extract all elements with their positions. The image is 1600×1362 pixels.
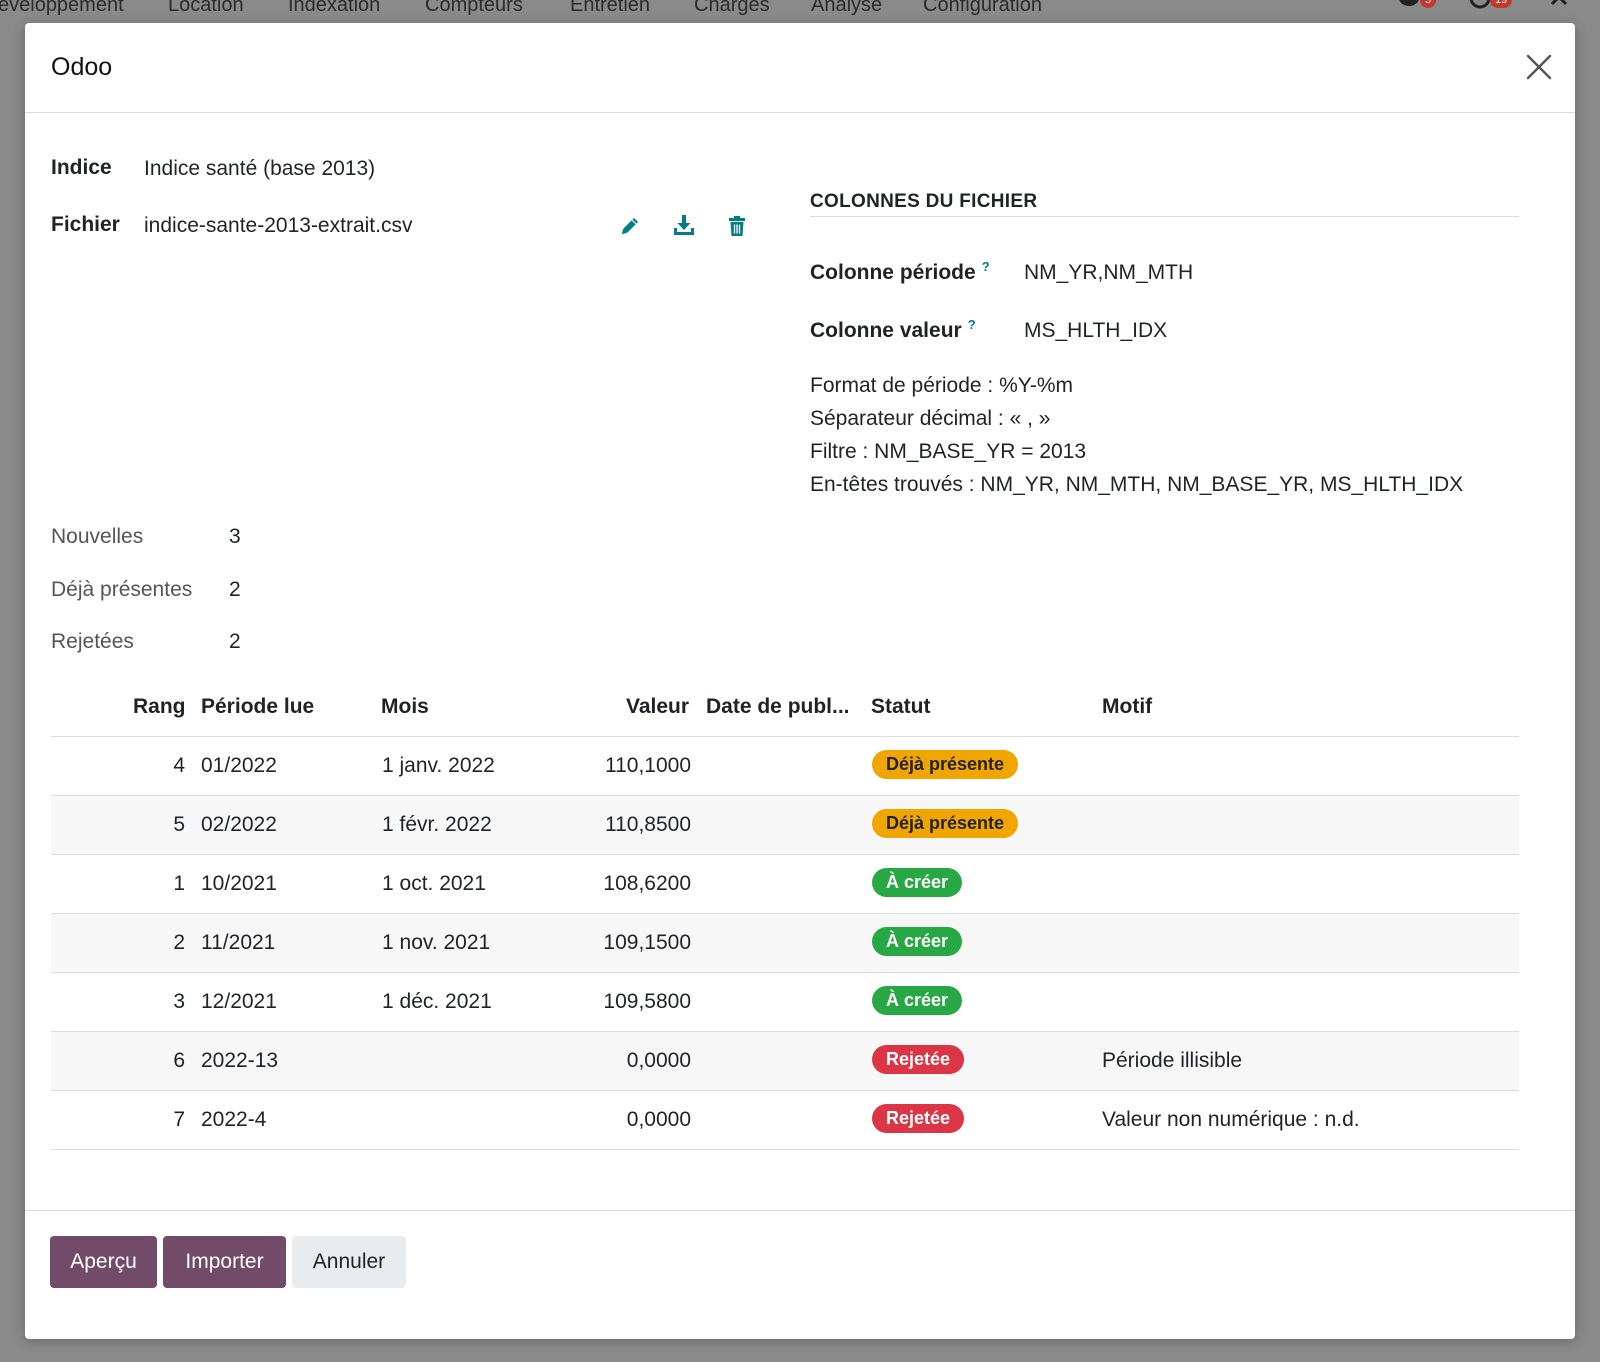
cell-rang: 2: [173, 931, 185, 954]
table-row[interactable]: 6 2022-13 0,0000 Rejetée Période illisible: [51, 1032, 1519, 1091]
header-valeur[interactable]: Valeur: [626, 695, 689, 719]
close-app-icon: [1550, 0, 1568, 6]
table-row[interactable]: 4 01/2022 1 janv. 2022 110,1000 Déjà présent…: [51, 737, 1519, 796]
stat-existing-label: Déjà présentes: [51, 578, 193, 601]
cell-valeur: 109,5800: [603, 990, 691, 1013]
edit-pencil-icon[interactable]: [618, 214, 642, 238]
help-icon[interactable]: ?: [968, 317, 976, 332]
nav-item-compteurs: Compteurs: [425, 0, 523, 16]
cell-rang: 6: [173, 1049, 185, 1072]
table-header: Rang Période lue Mois Valeur Date de pub…: [51, 683, 1519, 737]
nav-item-charges: Charges: [694, 0, 770, 16]
status-badge: Déjà présente: [872, 750, 1019, 779]
status-badge: À créer: [872, 868, 963, 897]
header-motif[interactable]: Motif: [1102, 695, 1152, 719]
indice-label: Indice: [51, 156, 112, 179]
cell-valeur: 109,1500: [603, 931, 691, 954]
cell-periode: 2022-4: [201, 1108, 267, 1131]
download-icon[interactable]: [672, 213, 696, 237]
stat-existing-value: 2: [229, 578, 241, 601]
decimal-separator-info: Séparateur décimal : « , »: [810, 407, 1051, 430]
status-badge: Rejetée: [872, 1104, 965, 1133]
cell-valeur: 0,0000: [626, 1049, 691, 1072]
table-row[interactable]: 3 12/2021 1 déc. 2021 109,5800 À créer: [51, 973, 1519, 1032]
trash-icon[interactable]: [725, 214, 749, 238]
cell-rang: 3: [173, 990, 185, 1013]
header-periode[interactable]: Période lue: [201, 695, 314, 719]
value-column-field[interactable]: MS_HLTH_IDX: [1024, 319, 1167, 343]
cell-motif: Valeur non numérique : n.d.: [1102, 1108, 1360, 1131]
cell-mois: 1 nov. 2021: [382, 931, 491, 954]
dialog-header: Odoo: [25, 23, 1575, 113]
table-row[interactable]: 1 10/2021 1 oct. 2021 108,6200 À créer: [51, 855, 1519, 914]
background-top-nav: éveloppement Location Indexation Compteu…: [0, 0, 1600, 22]
header-mois[interactable]: Mois: [381, 695, 429, 719]
stat-new-value: 3: [229, 525, 241, 548]
nav-item-entretien: Entretien: [570, 0, 651, 16]
cell-mois: 1 févr. 2022: [382, 813, 492, 836]
fichier-label: Fichier: [51, 213, 120, 236]
table-row[interactable]: 5 02/2022 1 févr. 2022 110,8500 Déjà présent…: [51, 796, 1519, 855]
cell-valeur: 110,8500: [604, 813, 691, 836]
period-column-label: Colonne période?: [810, 259, 990, 284]
cell-motif: Période illisible: [1102, 1049, 1243, 1072]
cell-periode: 02/2022: [201, 813, 277, 836]
filter-info: Filtre : NM_BASE_YR = 2013: [810, 440, 1087, 463]
cell-rang: 5: [173, 813, 185, 836]
cell-rang: 4: [173, 754, 185, 777]
status-badge: À créer: [872, 927, 963, 956]
header-rang[interactable]: Rang: [133, 695, 186, 719]
fichier-field[interactable]: indice-sante-2013-extrait.csv: [144, 214, 412, 238]
section-divider: [810, 216, 1519, 217]
import-button[interactable]: Importer: [163, 1236, 286, 1288]
table-body: 4 01/2022 1 janv. 2022 110,1000 Déjà présent…: [51, 737, 1519, 1150]
activity-badge: 19: [1490, 0, 1513, 8]
value-column-label: Colonne valeur?: [810, 317, 976, 342]
nav-item-indexation: Indexation: [288, 0, 381, 16]
dialog-title: Odoo: [51, 53, 113, 81]
close-icon[interactable]: [1525, 53, 1553, 81]
preview-table: Rang Période lue Mois Valeur Date de pub…: [51, 683, 1519, 1150]
status-badge: Déjà présente: [872, 809, 1019, 838]
table-row[interactable]: 7 2022-4 0,0000 Rejetée Valeur non numérique…: [51, 1091, 1519, 1150]
file-columns-section-title: COLONNES DU FICHIER: [810, 191, 1038, 212]
stat-rejected-label: Rejetées: [51, 630, 134, 653]
cell-mois: 1 déc. 2021: [382, 990, 492, 1013]
table-row[interactable]: 2 11/2021 1 nov. 2021 109,1500 À créer: [51, 914, 1519, 973]
nav-item-configuration: Configuration: [923, 0, 1042, 16]
header-date-publication[interactable]: Date de publ...: [706, 695, 850, 719]
cell-periode: 2022-13: [201, 1049, 279, 1072]
indice-field[interactable]: Indice santé (base 2013): [144, 157, 375, 181]
nav-item-location: Location: [168, 0, 244, 16]
cell-periode: 01/2022: [201, 754, 277, 777]
stat-new-label: Nouvelles: [51, 525, 144, 548]
cell-mois: 1 janv. 2022: [382, 754, 495, 777]
cell-periode: 12/2021: [201, 990, 277, 1013]
cancel-button[interactable]: Annuler: [292, 1236, 406, 1288]
preview-button[interactable]: Aperçu: [50, 1236, 157, 1288]
cell-valeur: 0,0000: [626, 1108, 691, 1131]
status-badge: À créer: [872, 986, 963, 1015]
cell-rang: 7: [173, 1108, 185, 1131]
status-badge: Rejetée: [872, 1045, 965, 1074]
dialog-footer: Aperçu Importer Annuler: [25, 1210, 1575, 1340]
stat-rejected-value: 2: [229, 630, 241, 653]
cell-mois: 1 oct. 2021: [382, 872, 486, 895]
nav-item-developpement: éveloppement: [0, 0, 124, 16]
headers-found-info: En-têtes trouvés : NM_YR, NM_MTH, NM_BAS…: [810, 473, 1464, 496]
cell-valeur: 110,1000: [604, 754, 691, 777]
help-icon[interactable]: ?: [982, 259, 990, 274]
nav-item-analyse: Analyse: [811, 0, 883, 16]
header-statut[interactable]: Statut: [871, 695, 931, 719]
import-dialog: Odoo Indice Indice santé (base 2013) Fic…: [25, 23, 1575, 1339]
cell-rang: 1: [173, 872, 185, 895]
period-format-info: Format de période : %Y-%m: [810, 374, 1074, 397]
cell-periode: 10/2021: [201, 872, 277, 895]
cell-periode: 11/2021: [201, 931, 276, 954]
cell-valeur: 108,6200: [603, 872, 691, 895]
period-column-field[interactable]: NM_YR,NM_MTH: [1024, 261, 1193, 285]
